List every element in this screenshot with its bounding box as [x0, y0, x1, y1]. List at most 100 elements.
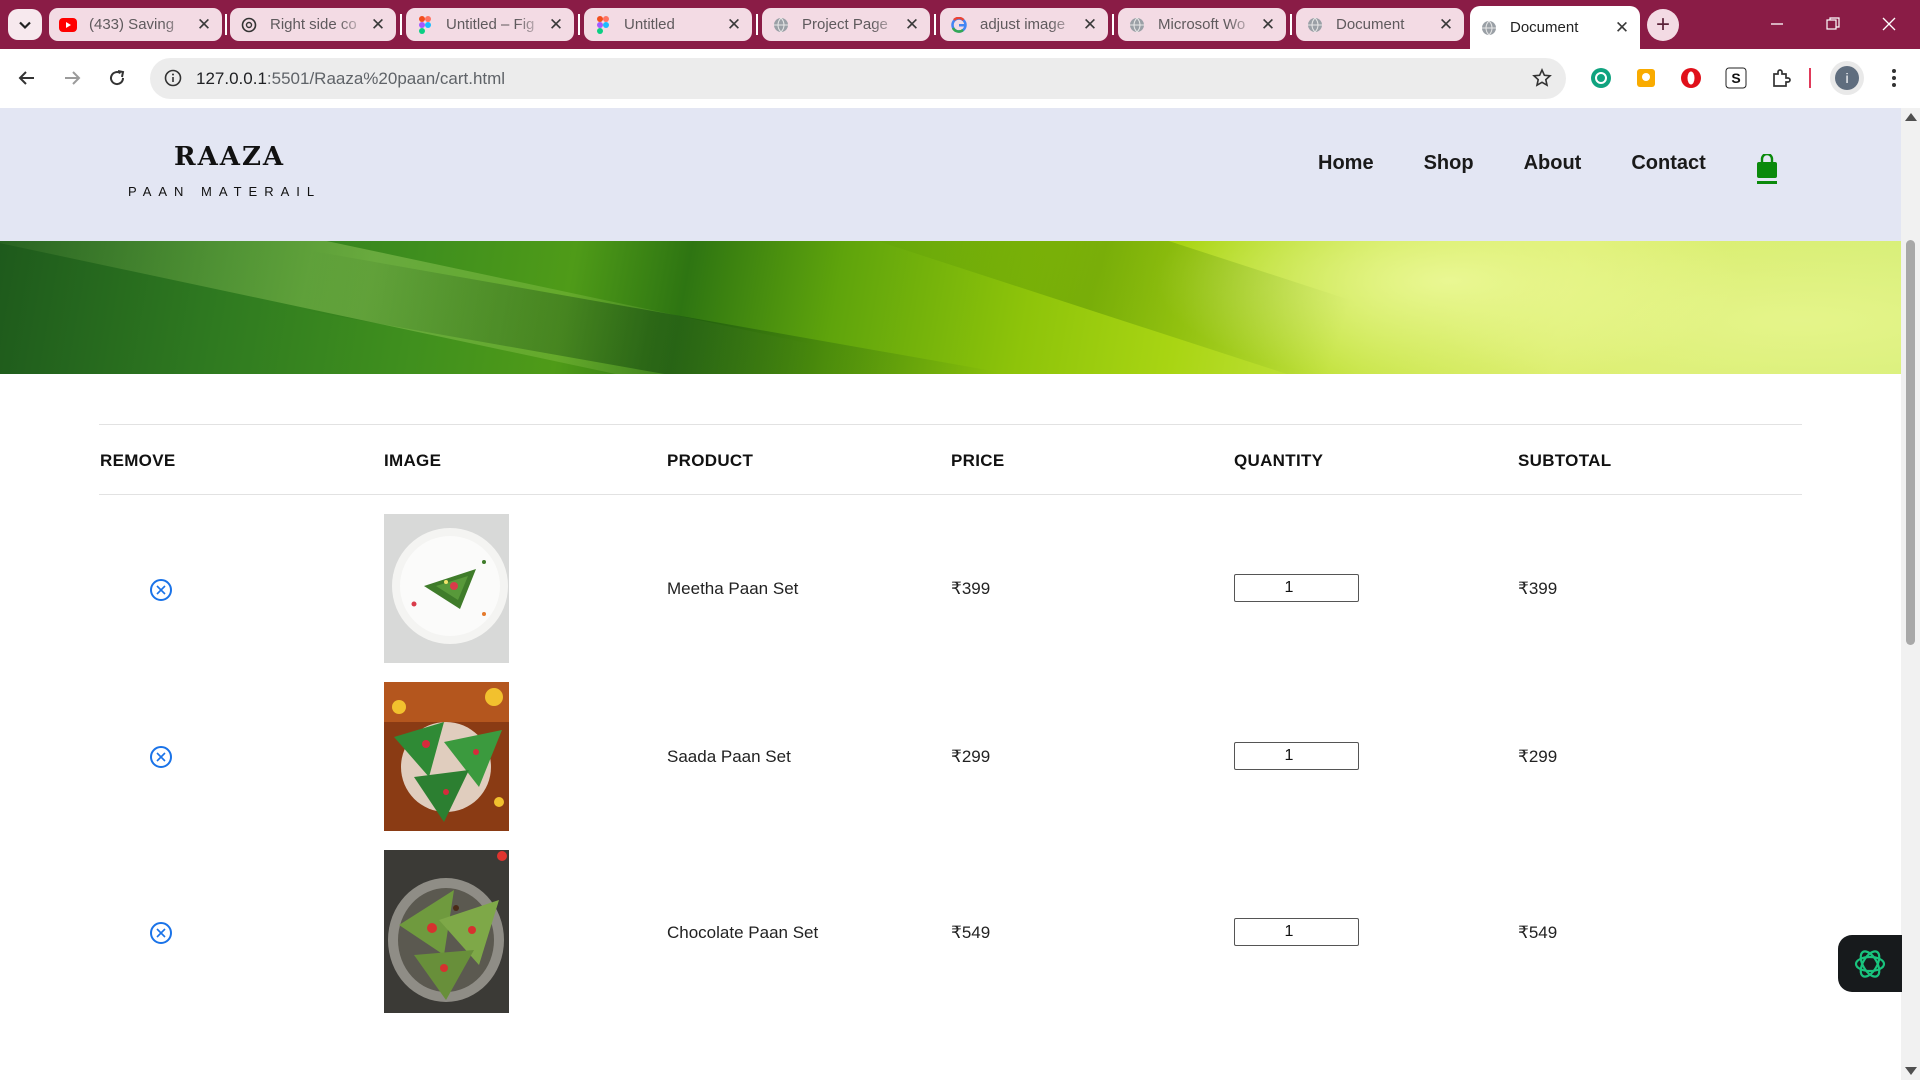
close-icon[interactable]: ✕	[1612, 18, 1632, 38]
product-name[interactable]: Meetha Paan Set	[667, 579, 798, 599]
banner-shadow	[300, 250, 1000, 374]
tab-search-button[interactable]	[8, 9, 42, 40]
product-subtotal: ₹549	[1518, 923, 1558, 942]
close-icon[interactable]: ✕	[724, 15, 744, 35]
quantity-input[interactable]	[1234, 918, 1359, 946]
toolbar-divider	[1809, 68, 1811, 88]
page-viewport: RAAZA PAAN MATERAIL Home Shop About Cont…	[0, 108, 1901, 1080]
close-icon[interactable]: ✕	[368, 15, 388, 35]
back-button[interactable]	[12, 63, 42, 93]
tab-separator	[756, 14, 758, 35]
tab-chatgpt[interactable]: Right side co ✕	[230, 8, 396, 41]
arrow-right-icon	[65, 71, 81, 85]
svg-text:S: S	[1731, 70, 1740, 86]
url-text: 127.0.0.1:5501/Raaza%20paan/cart.html	[196, 69, 505, 89]
shopping-bag-icon[interactable]	[1756, 152, 1778, 184]
address-bar[interactable]: 127.0.0.1:5501/Raaza%20paan/cart.html	[150, 58, 1566, 99]
quantity-input[interactable]	[1234, 574, 1359, 602]
ai-assistant-button[interactable]	[1838, 935, 1902, 992]
chevron-down-icon	[19, 21, 31, 29]
browser-toolbar: 127.0.0.1:5501/Raaza%20paan/cart.html S …	[0, 49, 1920, 108]
minimize-button[interactable]	[1754, 8, 1800, 40]
tab-project-page[interactable]: Project Page ✕	[762, 8, 930, 41]
tab-separator	[400, 14, 402, 35]
close-icon[interactable]: ✕	[194, 15, 214, 35]
site-logo[interactable]: RAAZA	[174, 142, 285, 172]
hero-banner	[0, 241, 1901, 374]
page-scrollbar[interactable]	[1901, 108, 1920, 1080]
close-icon[interactable]: ✕	[546, 15, 566, 35]
scrollbar-thumb[interactable]	[1906, 240, 1915, 645]
arrow-left-icon	[18, 71, 34, 85]
google-icon	[950, 16, 968, 34]
tab-strip: (433) Saving ✕ Right side co ✕ Untitled …	[0, 0, 1920, 49]
product-image-saada	[384, 682, 509, 831]
close-window-button[interactable]	[1866, 8, 1912, 40]
close-icon[interactable]: ✕	[1258, 15, 1278, 35]
opera-extension-icon[interactable]	[1677, 64, 1705, 92]
tab-label: Untitled	[624, 16, 675, 33]
tab-document[interactable]: Document ✕	[1296, 8, 1464, 41]
new-tab-button[interactable]: +	[1647, 9, 1679, 41]
tab-separator	[225, 14, 227, 35]
table-row: Saada Paan Set ₹299 ₹299	[99, 682, 1802, 832]
scroll-up-icon[interactable]	[1905, 113, 1917, 121]
chatgpt-extension-icon[interactable]	[1587, 64, 1615, 92]
header-price: PRICE	[951, 451, 1005, 470]
tab-youtube[interactable]: (433) Saving ✕	[49, 8, 222, 41]
banner-shadow	[848, 241, 1352, 374]
restore-icon	[1826, 17, 1840, 30]
remove-item-button[interactable]	[150, 922, 172, 944]
restore-button[interactable]	[1810, 8, 1856, 40]
close-icon[interactable]: ✕	[902, 15, 922, 35]
url-host: 127.0.0.1	[196, 68, 267, 88]
tab-label: Document	[1336, 16, 1405, 33]
remove-item-button[interactable]	[150, 746, 172, 768]
forward-button[interactable]	[57, 63, 87, 93]
product-price: ₹299	[951, 747, 991, 766]
plus-icon: +	[1655, 11, 1670, 38]
reload-button[interactable]	[102, 63, 132, 93]
table-row: Meetha Paan Set ₹399 ₹399	[99, 514, 1802, 664]
tab-document-active[interactable]: Document ✕	[1470, 6, 1640, 49]
keep-extension-icon[interactable]	[1632, 64, 1660, 92]
youtube-icon	[59, 16, 77, 34]
browser-menu-icon[interactable]	[1880, 64, 1908, 92]
globe-icon	[772, 16, 790, 34]
nav-shop[interactable]: Shop	[1424, 152, 1474, 175]
profile-button[interactable]: i	[1830, 61, 1864, 95]
header-remove: REMOVE	[100, 451, 176, 470]
nav-about[interactable]: About	[1524, 152, 1582, 175]
close-circle-icon	[156, 585, 166, 595]
tab-figma-2[interactable]: Untitled ✕	[584, 8, 752, 41]
close-icon[interactable]: ✕	[1436, 15, 1456, 35]
tab-microsoft-word[interactable]: Microsoft Wo ✕	[1118, 8, 1286, 41]
close-icon[interactable]: ✕	[1080, 15, 1100, 35]
tab-label: Untitled – Fig	[446, 16, 535, 33]
site-tagline: PAAN MATERAIL	[128, 184, 322, 199]
quantity-input[interactable]	[1234, 742, 1359, 770]
close-circle-icon	[156, 928, 166, 938]
nav-home[interactable]: Home	[1318, 152, 1374, 175]
minimize-icon	[1771, 23, 1783, 25]
chatgpt-icon	[1854, 949, 1886, 978]
chatgpt-icon	[240, 16, 258, 34]
globe-icon	[1306, 16, 1324, 34]
product-name[interactable]: Saada Paan Set	[667, 747, 791, 767]
tab-label: Document	[1510, 19, 1579, 36]
scroll-down-icon[interactable]	[1905, 1067, 1917, 1075]
remove-item-button[interactable]	[150, 579, 172, 601]
main-nav: Home Shop About Contact	[1318, 152, 1706, 175]
tab-google[interactable]: adjust image ✕	[940, 8, 1108, 41]
tab-separator	[578, 14, 580, 35]
product-name[interactable]: Chocolate Paan Set	[667, 923, 818, 943]
avatar: i	[1835, 66, 1859, 90]
nav-contact[interactable]: Contact	[1631, 152, 1705, 175]
globe-icon	[1128, 16, 1146, 34]
tab-figma-1[interactable]: Untitled – Fig ✕	[406, 8, 574, 41]
extensions-puzzle-icon[interactable]	[1767, 64, 1795, 92]
s-extension-icon[interactable]: S	[1722, 64, 1750, 92]
site-info-icon[interactable]	[164, 69, 182, 92]
product-price: ₹399	[951, 579, 991, 598]
bookmark-star-icon[interactable]	[1532, 68, 1552, 93]
